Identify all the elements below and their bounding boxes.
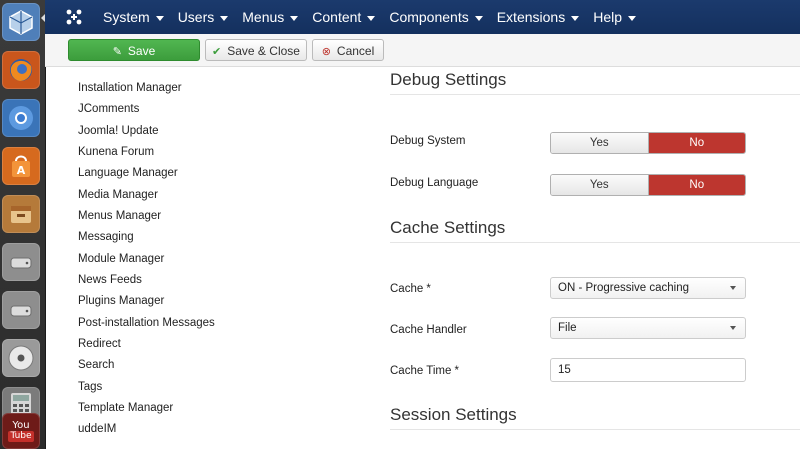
debug-settings-heading: Debug Settings	[390, 70, 507, 89]
cache-select[interactable]: ON - Progressive caching	[550, 277, 746, 299]
menu-help[interactable]: Help	[593, 0, 648, 34]
file-manager-icon[interactable]	[2, 195, 40, 233]
cache-handler-select[interactable]: File	[550, 317, 746, 339]
dropdown-arrow-icon	[730, 286, 736, 290]
list-item[interactable]: Media Manager	[78, 189, 158, 201]
list-item[interactable]: Messaging	[78, 231, 134, 243]
list-item[interactable]: JComments	[78, 103, 139, 115]
dropdown-arrow-icon	[730, 326, 736, 330]
edit-icon: ✎	[112, 46, 122, 58]
list-item[interactable]: News Feeds	[78, 274, 142, 286]
list-item[interactable]: Post-installation Messages	[78, 317, 215, 329]
caret-down-icon	[474, 15, 483, 21]
divider	[390, 429, 800, 430]
menu-menus[interactable]: Menus	[242, 0, 310, 34]
list-item[interactable]: Search	[78, 359, 114, 371]
cache-settings-heading: Cache Settings	[390, 218, 506, 237]
debug-system-yes-button[interactable]: Yes	[551, 133, 649, 153]
cancel-circle-icon: ⊗	[321, 46, 331, 58]
caret-down-icon	[571, 15, 580, 21]
divider	[390, 94, 800, 95]
list-item[interactable]: Redirect	[78, 338, 121, 350]
check-icon: ✔	[212, 46, 222, 58]
cache-time-input[interactable]: 15	[550, 358, 746, 382]
chromium-icon[interactable]	[2, 99, 40, 137]
list-item[interactable]: Menus Manager	[78, 210, 161, 222]
debug-language-no-button[interactable]: No	[648, 175, 745, 195]
list-item[interactable]: Template Manager	[78, 402, 173, 414]
debug-system-label: Debug System	[390, 135, 466, 147]
debug-system-toggle: Yes No	[550, 132, 746, 154]
list-item[interactable]: Module Manager	[78, 253, 164, 265]
caret-down-icon	[220, 15, 229, 21]
virtualbox-icon[interactable]	[2, 3, 40, 41]
unity-launcher: A You Tube	[0, 0, 46, 449]
list-item[interactable]: Installation Manager	[78, 82, 182, 94]
svg-text:A: A	[17, 164, 26, 177]
software-center-icon[interactable]: A	[2, 147, 40, 185]
session-settings-heading: Session Settings	[390, 405, 517, 424]
menu-users[interactable]: Users	[178, 0, 241, 34]
cancel-button[interactable]: ⊗ Cancel	[312, 39, 384, 61]
debug-language-label: Debug Language	[390, 177, 479, 189]
cache-handler-label: Cache Handler	[390, 324, 467, 336]
joomla-logo-icon[interactable]	[65, 8, 83, 26]
save-button[interactable]: ✎ Save	[68, 39, 200, 61]
cache-label: Cache *	[390, 283, 431, 295]
list-item[interactable]: Plugins Manager	[78, 295, 164, 307]
menu-extensions[interactable]: Extensions	[497, 0, 591, 34]
caret-down-icon	[290, 15, 299, 21]
firefox-icon[interactable]	[2, 51, 40, 89]
main-menu: System Users Menus Content Components Ex…	[103, 0, 650, 34]
list-item[interactable]: Joomla! Update	[78, 125, 159, 137]
drive-icon-2[interactable]	[2, 291, 40, 329]
list-item[interactable]: Tags	[78, 381, 102, 393]
caret-down-icon	[367, 15, 376, 21]
admin-navbar: System Users Menus Content Components Ex…	[45, 0, 800, 35]
menu-content[interactable]: Content	[312, 0, 387, 34]
menu-components[interactable]: Components	[389, 0, 494, 34]
menu-system[interactable]: System	[103, 0, 176, 34]
caret-down-icon	[628, 15, 636, 21]
cd-icon[interactable]	[2, 339, 40, 377]
drive-icon-1[interactable]	[2, 243, 40, 281]
save-close-button[interactable]: ✔ Save & Close	[205, 39, 307, 61]
cache-time-label: Cache Time *	[390, 365, 460, 377]
debug-system-no-button[interactable]: No	[648, 133, 745, 153]
caret-down-icon	[155, 15, 164, 21]
divider	[390, 242, 800, 243]
list-item[interactable]: uddeIM	[78, 423, 116, 435]
toolbar: ✎ Save ✔ Save & Close ⊗ Cancel	[45, 34, 800, 67]
youtube-icon[interactable]: You Tube	[2, 413, 40, 449]
list-item[interactable]: Language Manager	[78, 167, 178, 179]
debug-language-yes-button[interactable]: Yes	[551, 175, 649, 195]
debug-language-toggle: Yes No	[550, 174, 746, 196]
list-item[interactable]: Kunena Forum	[78, 146, 154, 158]
